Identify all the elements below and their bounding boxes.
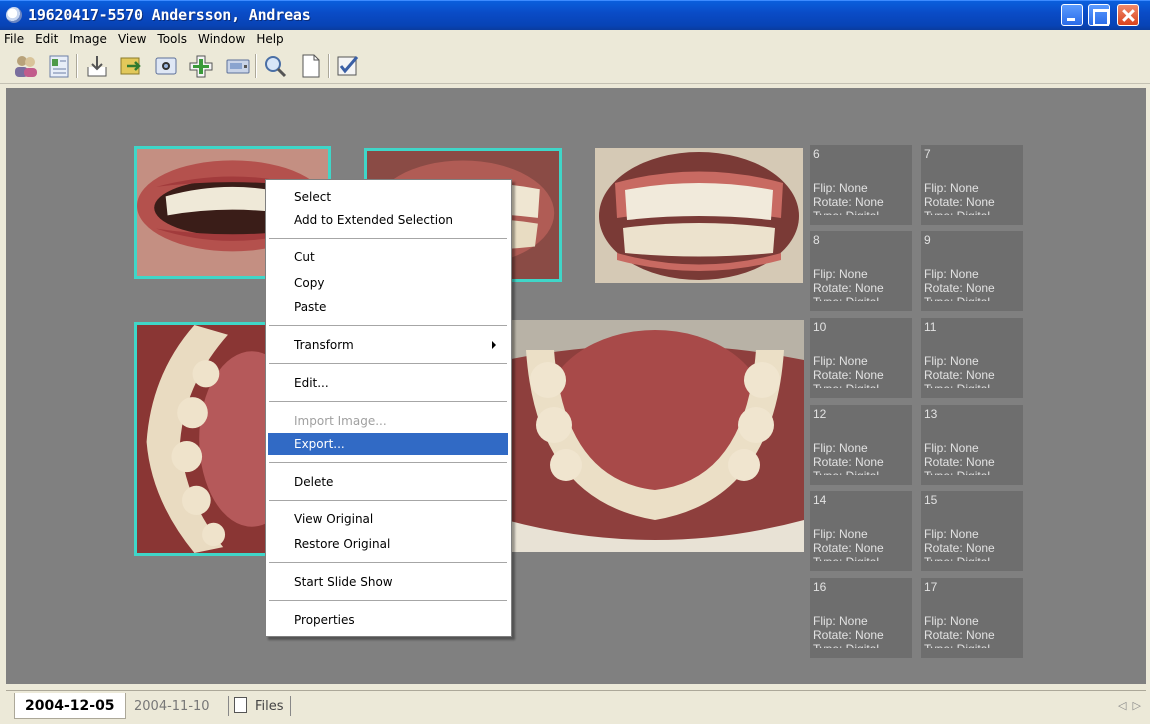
menu-item-transform[interactable]: Transform [268, 334, 508, 356]
image-tile[interactable]: 7 Flip: None Rotate: None Type: Digital [921, 145, 1023, 225]
intraoral-photo-lower-occlusal[interactable] [506, 320, 804, 552]
image-tile[interactable]: 6 Flip: None Rotate: None Type: Digital [810, 145, 912, 225]
zoom-icon[interactable] [262, 53, 290, 79]
image-tile[interactable]: 9 Flip: None Rotate: None Type: Digital [921, 231, 1023, 311]
image-tile[interactable]: 16 Flip: None Rotate: None Type: Digital [810, 578, 912, 658]
toolbar-separator [328, 54, 330, 78]
menu-separator [269, 238, 507, 239]
menu-tools[interactable]: Tools [151, 30, 192, 46]
window-title: 19620417-5570 Andersson, Andreas [28, 6, 311, 24]
menu-help[interactable]: Help [250, 30, 288, 46]
menu-separator [269, 462, 507, 463]
menu-bar: File Edit Image View Tools Window Help [0, 30, 1150, 49]
menu-item-import-image: Import Image... [294, 414, 387, 428]
image-tile[interactable]: 14 Flip: None Rotate: None Type: Digital [810, 491, 912, 571]
menu-image[interactable]: Image [63, 30, 112, 46]
tab-2004-12-05[interactable]: 2004-12-05 [14, 693, 126, 719]
menu-separator [269, 363, 507, 364]
menu-separator [269, 562, 507, 563]
checklist-icon[interactable] [334, 53, 362, 79]
date-tab-bar: 2004-12-05 2004-11-10 Files ◁▷ [0, 684, 1150, 724]
image-tile[interactable]: 8 Flip: None Rotate: None Type: Digital [810, 231, 912, 311]
tab-separator [228, 696, 229, 716]
menu-item-start-slide-show[interactable]: Start Slide Show [268, 571, 508, 593]
intraoral-photo-upper-occlusal[interactable] [134, 322, 274, 556]
context-menu: Select Add to Extended Selection Cut Cop… [265, 179, 512, 637]
acquire-icon[interactable] [118, 53, 146, 79]
maximize-button[interactable] [1088, 4, 1110, 26]
tab-files[interactable]: Files [255, 699, 284, 714]
menu-item-select[interactable]: Select [268, 186, 508, 208]
title-bar: 19620417-5570 Andersson, Andreas [0, 0, 1150, 30]
image-tile[interactable]: 10 Flip: None Rotate: None Type: Digital [810, 318, 912, 398]
menu-item-transform-label: Transform [294, 338, 354, 352]
menu-item-restore-original[interactable]: Restore Original [268, 533, 508, 555]
toolbar-separator [255, 54, 257, 78]
menu-window[interactable]: Window [192, 30, 250, 46]
menu-item-export[interactable]: Export... [268, 433, 508, 455]
patients-icon[interactable] [12, 53, 40, 79]
image-tile[interactable]: 12 Flip: None Rotate: None Type: Digital [810, 405, 912, 485]
menu-view[interactable]: View [112, 30, 151, 46]
menu-edit[interactable]: Edit [29, 30, 63, 46]
image-tile[interactable]: 13 Flip: None Rotate: None Type: Digital [921, 405, 1023, 485]
tab-2004-11-10[interactable]: 2004-11-10 [134, 699, 210, 714]
intraoral-photo-frontal-2[interactable] [595, 148, 803, 283]
camera-icon[interactable] [152, 53, 180, 79]
menu-item-cut[interactable]: Cut [268, 246, 508, 268]
toolbar [0, 49, 1150, 84]
menu-file[interactable]: File [0, 30, 29, 46]
patient-card-icon[interactable] [45, 53, 73, 79]
app-icon[interactable] [6, 7, 22, 23]
tab-separator [290, 696, 291, 716]
close-button[interactable] [1117, 4, 1139, 26]
minimize-button[interactable] [1061, 4, 1083, 26]
tab-scroll-arrows-icon[interactable]: ◁▷ [1118, 699, 1147, 712]
submenu-arrow-icon [492, 341, 496, 349]
menu-separator [269, 600, 507, 601]
menu-separator [269, 325, 507, 326]
menu-item-copy[interactable]: Copy [268, 272, 508, 294]
image-workspace[interactable]: 6 Flip: None Rotate: None Type: Digital … [6, 88, 1146, 684]
menu-item-properties[interactable]: Properties [268, 609, 508, 631]
menu-item-paste[interactable]: Paste [268, 296, 508, 318]
add-icon[interactable] [187, 53, 215, 79]
toolbar-separator [76, 54, 78, 78]
menu-item-view-original[interactable]: View Original [268, 508, 508, 530]
import-icon[interactable] [83, 53, 111, 79]
menu-separator [269, 500, 507, 501]
image-tile[interactable]: 15 Flip: None Rotate: None Type: Digital [921, 491, 1023, 571]
menu-item-delete[interactable]: Delete [268, 471, 508, 493]
file-icon [234, 697, 247, 713]
scanner-icon[interactable] [224, 53, 252, 79]
image-tile[interactable]: 17 Flip: None Rotate: None Type: Digital [921, 578, 1023, 658]
menu-separator [269, 401, 507, 402]
new-page-icon[interactable] [297, 53, 325, 79]
menu-item-edit[interactable]: Edit... [268, 372, 508, 394]
menu-item-add-extended-selection[interactable]: Add to Extended Selection [268, 209, 508, 231]
image-tile[interactable]: 11 Flip: None Rotate: None Type: Digital [921, 318, 1023, 398]
